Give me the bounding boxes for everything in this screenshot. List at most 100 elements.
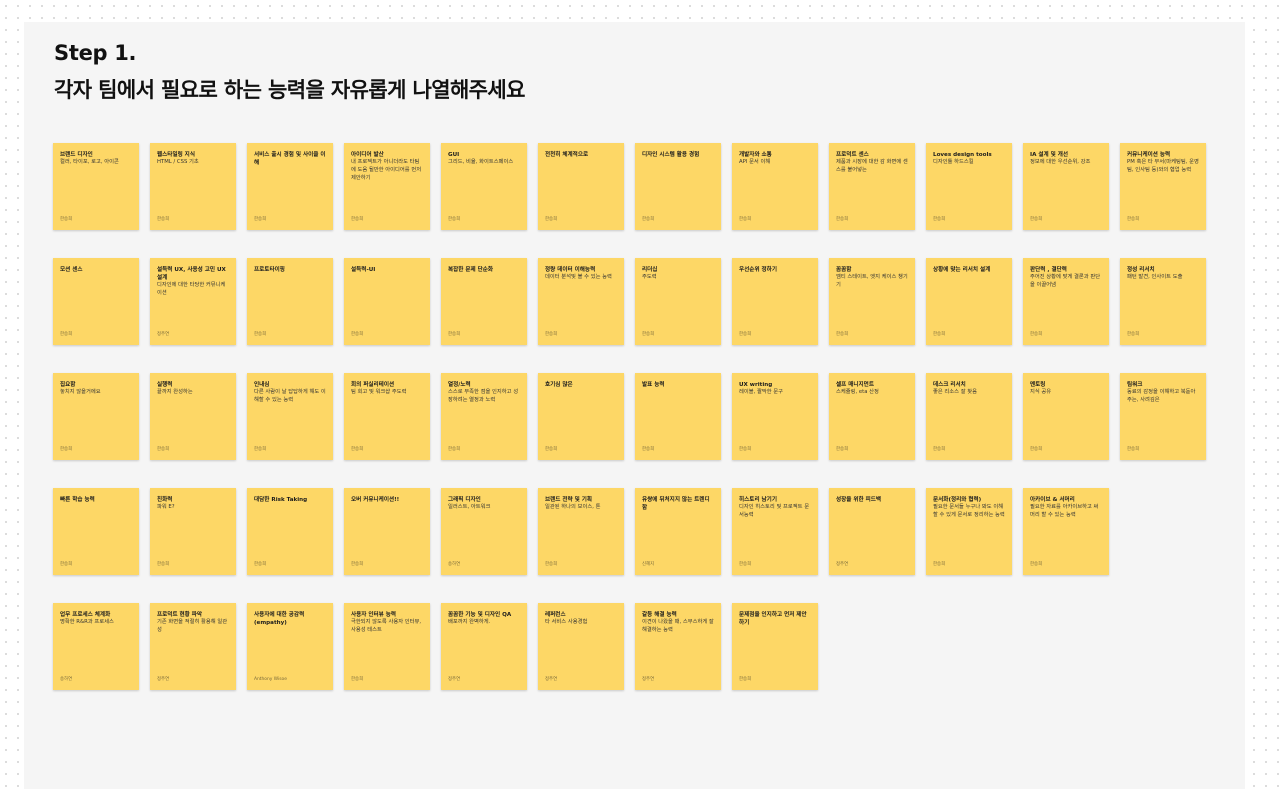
note-title: 그래픽 디자인 bbox=[448, 497, 481, 503]
note-body: 주어진 상황에 맞게 결론과 판단을 이끌어냄 bbox=[1030, 274, 1101, 289]
note-title: 리더십 bbox=[642, 267, 658, 273]
note-body: 동료의 감정을 이해하고 북돋아주는, 사려깊은 bbox=[1127, 389, 1196, 404]
sticky-note[interactable]: IA 설계 및 개선 정보에 대한 우선순위, 강조 한승희 bbox=[1023, 143, 1109, 230]
note-author: 송하연 bbox=[60, 677, 73, 682]
sticky-note[interactable]: 디자인 시스템 활용 경험 한승희 bbox=[635, 143, 721, 230]
sticky-note[interactable]: 갈등 해결 능력 이견이 나왔을 때, 스무스하게 잘 해결하는 능력 정주연 bbox=[635, 603, 721, 690]
note-title: 커뮤니케이션 능력 bbox=[1127, 152, 1171, 158]
note-author: 한승희 bbox=[351, 677, 364, 682]
note-body: 패턴 발견, 인사이트 도출 bbox=[1127, 274, 1183, 281]
sticky-note[interactable]: 열정/노력 스스로 부족한 점을 인지하고 성장하려는 열정과 노력 한승희 bbox=[441, 373, 527, 460]
sticky-note[interactable]: 전천히 체계적으로한승희 bbox=[538, 143, 624, 230]
sticky-note[interactable]: 발표 능력한승희 bbox=[635, 373, 721, 460]
sticky-note[interactable]: 회의 퍼실리테이션 팀 회고 및 워크샵 주도력 한승희 bbox=[344, 373, 430, 460]
sticky-note[interactable]: 복잡한 문제 단순화 한승희 bbox=[441, 258, 527, 345]
note-body: 제품과 시장에 대한 감 화면에 센스를 불어넣는 bbox=[836, 159, 908, 174]
note-author: 한승희 bbox=[545, 217, 558, 222]
sticky-note[interactable]: 오버 커뮤니케이션!! 한승희 bbox=[344, 488, 430, 575]
sticky-note[interactable]: 커뮤니케이션 능력 PM 혹은 타 부서(마케팅팀, 운영팀, 인사팀 등)와의 … bbox=[1120, 143, 1206, 230]
sticky-note[interactable]: 상황에 맞는 리서치 설계 한승희 bbox=[926, 258, 1012, 345]
sticky-note[interactable]: 그래픽 디자인 일러스트, 아트워크 송하연 bbox=[441, 488, 527, 575]
note-title: 갈등 해결 능력 bbox=[642, 612, 677, 618]
note-author: 정주연 bbox=[448, 677, 461, 682]
note-author: 한승희 bbox=[642, 332, 655, 337]
note-body: 필요한 문서들 누구나 봐도 이해할 수 있게 문서로 정리하는 능력 bbox=[933, 504, 1005, 519]
note-author: 정주연 bbox=[157, 677, 170, 682]
sticky-note[interactable]: 판단력 , 결단력 주어진 상황에 맞게 결론과 판단을 이끌어냄 한승희 bbox=[1023, 258, 1109, 345]
sticky-note[interactable]: 아카이브 & 서머리 필요한 자료를 아카이브하고 써머리 할 수 있는 능력한승… bbox=[1023, 488, 1109, 575]
note-body: 필요한 자료를 아카이브하고 써머리 할 수 있는 능력 bbox=[1030, 504, 1099, 519]
note-title: 프로덕트 센스 bbox=[836, 152, 869, 158]
note-title: 전천히 체계적으로 bbox=[545, 152, 589, 158]
sticky-note[interactable]: 빠른 학습 능력 한승희 bbox=[53, 488, 139, 575]
sticky-note[interactable]: 히스토리 남기기 디자인 히스토리 및 프로젝트 문서능력 한승희 bbox=[732, 488, 818, 575]
sticky-note[interactable]: 데스크 리서치 좋은 리소스 잘 찾음 한승희 bbox=[926, 373, 1012, 460]
sticky-note[interactable]: 유쌍에 뒤처지지 않는 트렌디함 신혜지 bbox=[635, 488, 721, 575]
sticky-note[interactable]: 개발자와 소통 API 문서 이해 한승희 bbox=[732, 143, 818, 230]
note-author: 한승희 bbox=[739, 332, 752, 337]
sticky-note[interactable]: 인내심 다른 사람이 날 답답하게 해도 이해할 수 있는 능력 한승희 bbox=[247, 373, 333, 460]
sticky-note[interactable]: 꼼꼼한 기능 및 디자인 QA 배포까지 완벽하게. 정주연 bbox=[441, 603, 527, 690]
sticky-note[interactable]: UX writing 레이블, 짤막한 문구 한승희 bbox=[732, 373, 818, 460]
sticky-note[interactable]: 대담한 Risk Taking 한승희 bbox=[247, 488, 333, 575]
sticky-note[interactable]: Loves design tools 디자인툴 하드스킬 한승희 bbox=[926, 143, 1012, 230]
note-author: 한승희 bbox=[157, 217, 170, 222]
note-author: 한승희 bbox=[836, 332, 849, 337]
note-author: 한승희 bbox=[351, 217, 364, 222]
sticky-note[interactable]: 설득력-UI 한승희 bbox=[344, 258, 430, 345]
sticky-note[interactable]: 정성 리서치 패턴 발견, 인사이트 도출 한승희 bbox=[1120, 258, 1206, 345]
sticky-note[interactable]: 사용자 인터뷰 능력 극한되지 않도록 사용자 인터뷰, 사용성 테스트 한승희 bbox=[344, 603, 430, 690]
sticky-note[interactable]: 설득력 UX, 사용성 고민 UX 설계 디자인에 대한 타당한 커뮤니케이션 정주… bbox=[150, 258, 236, 345]
note-body: 정보에 대한 우선순위, 강조 bbox=[1030, 159, 1091, 166]
note-author: 한승희 bbox=[836, 447, 849, 452]
note-author: 정주연 bbox=[642, 677, 655, 682]
sticky-note[interactable]: 프로토타이핑 한승희 bbox=[247, 258, 333, 345]
sticky-note[interactable]: 꼼꼼함 엠티 스테이트, 엣지 케이스 챙기기 한승희 bbox=[829, 258, 915, 345]
sticky-note[interactable]: 프로덕트 센스 제품과 시장에 대한 감 화면에 센스를 불어넣는 한승희 bbox=[829, 143, 915, 230]
note-title: 발표 능력 bbox=[642, 382, 665, 388]
sticky-note[interactable]: 프로덕트 현황 파악 기존 화면을 적절히 활용해 일관성 정주연 bbox=[150, 603, 236, 690]
note-author: 한승희 bbox=[254, 332, 267, 337]
sticky-note[interactable]: 성장을 위한 피드백 정주연 bbox=[829, 488, 915, 575]
sticky-note[interactable]: 실행력 끝까지 완성하는 한승희 bbox=[150, 373, 236, 460]
note-title: 설득력-UI bbox=[351, 267, 376, 273]
note-body: 팀 회고 및 워크샵 주도력 bbox=[351, 389, 407, 396]
sticky-note[interactable]: 집요함 놓치지 않을거에요 한승희 bbox=[53, 373, 139, 460]
sticky-note[interactable]: 레퍼런스 타 서비스 사용경험 정주연 bbox=[538, 603, 624, 690]
note-body: 레이블, 짤막한 문구 bbox=[739, 389, 784, 396]
note-title: 사용자에 대한 공감력 (empathy) bbox=[254, 612, 305, 627]
note-body: 스케쥴링, eta 산정 bbox=[836, 389, 879, 396]
sticky-note[interactable]: 우선순위 정하기 한승희 bbox=[732, 258, 818, 345]
sticky-note[interactable]: GUI 그리드, 비율, 화이트스페이스 한승희 bbox=[441, 143, 527, 230]
note-title: 아카이브 & 서머리 bbox=[1030, 497, 1075, 503]
sticky-note[interactable]: 리더십 주도력 한승희 bbox=[635, 258, 721, 345]
sticky-note[interactable]: 브랜드 전략 및 기획 일관된 하나의 보이스, 톤 한승희 bbox=[538, 488, 624, 575]
note-title: 판단력 , 결단력 bbox=[1030, 267, 1067, 273]
note-author: 한승희 bbox=[1127, 332, 1140, 337]
sticky-note[interactable]: 호기심 많은 한승희 bbox=[538, 373, 624, 460]
sticky-note[interactable]: 셀프 매니지먼트 스케쥴링, eta 산정 한승희 bbox=[829, 373, 915, 460]
sticky-note[interactable]: 모션 센스 한승희 bbox=[53, 258, 139, 345]
note-author: 한승희 bbox=[739, 562, 752, 567]
sticky-note[interactable]: 웹스타일링 지식 HTML / CSS 기초 한승희 bbox=[150, 143, 236, 230]
note-body: 다른 사람이 날 답답하게 해도 이해할 수 있는 능력 bbox=[254, 389, 326, 404]
sticky-note[interactable]: 문제점을 인지하고 먼저 제안하기 한승희 bbox=[732, 603, 818, 690]
note-author: 한승희 bbox=[642, 447, 655, 452]
sticky-note[interactable]: 정량 데이터 이해능력 데이터 분석및 볼 수 있는 능력 한승희 bbox=[538, 258, 624, 345]
note-body: 극한되지 않도록 사용자 인터뷰, 사용성 테스트 bbox=[351, 619, 422, 634]
sticky-note[interactable]: 사용자에 대한 공감력 (empathy) Anthony Wisoe bbox=[247, 603, 333, 690]
sticky-note[interactable]: 브랜드 디자인 컬러, 타이포, 로고, 아이콘 한승희 bbox=[53, 143, 139, 230]
sticky-note[interactable]: 팀워크 동료의 감정을 이해하고 북돋아주는, 사려깊은 한승희 bbox=[1120, 373, 1206, 460]
sticky-note[interactable]: 문서화(정리와 협력) 필요한 문서들 누구나 봐도 이해할 수 있게 문서로 정… bbox=[926, 488, 1012, 575]
sticky-note[interactable]: 서비스 출시 경험 및 사이클 이해 한승희 bbox=[247, 143, 333, 230]
sticky-note[interactable]: 멘토링 지식 공유 한승희 bbox=[1023, 373, 1109, 460]
sticky-note[interactable]: 아이디어 발산 내 프로젝트가 아니더라도 타팀에 도움 될만한 아이디어를 먼저… bbox=[344, 143, 430, 230]
note-title: 히스토리 남기기 bbox=[739, 497, 777, 503]
note-body: PM 혹은 타 부서(마케팅팀, 운영팀, 인사팀 등)와의 협업 능력 bbox=[1127, 159, 1199, 174]
sticky-note[interactable]: 친화력 파워 E? 한승희 bbox=[150, 488, 236, 575]
note-title: 복잡한 문제 단순화 bbox=[448, 267, 494, 273]
sticky-note[interactable]: 업무 프로세스 체계화 명확한 R&R과 프로세스 송하연 bbox=[53, 603, 139, 690]
note-title: 웹스타일링 지식 bbox=[157, 152, 195, 158]
note-author: 한승희 bbox=[254, 562, 267, 567]
note-author: 한승희 bbox=[1030, 562, 1043, 567]
